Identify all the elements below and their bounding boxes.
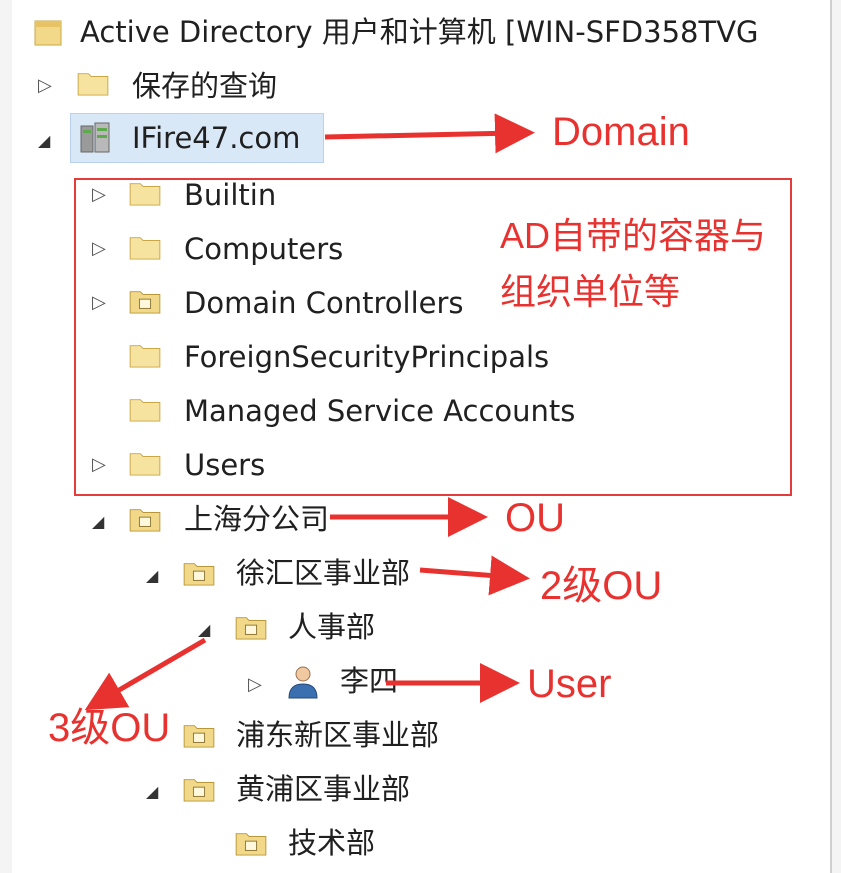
- annotation-domain: Domain: [552, 110, 690, 154]
- arrow-to-domain: [324, 113, 535, 154]
- annotation-ou: OU: [505, 496, 565, 540]
- annotation-ou-level3: 3级OU: [48, 706, 171, 750]
- arrow-to-ou-level3: [84, 637, 207, 711]
- annotation-user: User: [527, 662, 612, 706]
- annotation-ou-level2: 2级OU: [540, 564, 663, 608]
- arrow-to-ou-level2: [419, 555, 530, 596]
- annotation-builtin-containers-line1: AD自带的容器与: [500, 215, 767, 256]
- annotation-builtin-containers-line2: 组织单位等: [500, 271, 681, 312]
